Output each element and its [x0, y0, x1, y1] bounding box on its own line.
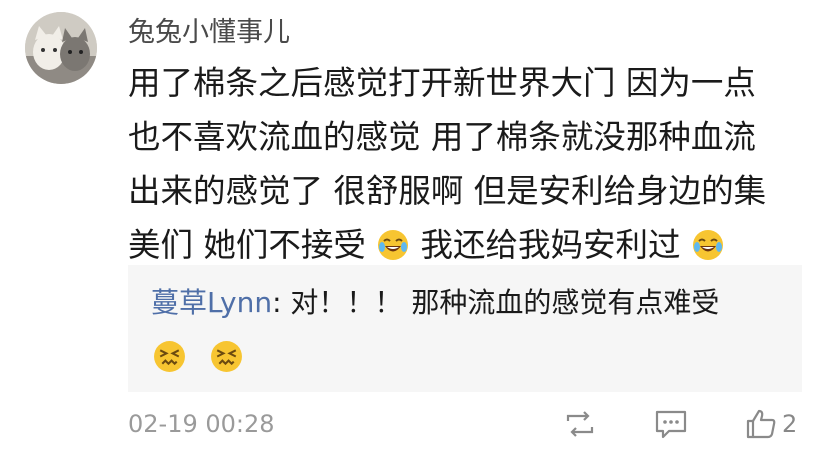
comment-text: 用了棉条之后感觉打开新世界大门 因为一点 也不喜欢流血的感觉 用了棉条就没那种血…	[128, 56, 808, 272]
reply-box[interactable]: 蔓草Lynn: 对！！！ 那种流血的感觉有点难受	[128, 265, 802, 392]
comment-line-part: 我还给我妈安利过	[420, 226, 681, 264]
username[interactable]: 兔兔小懂事儿	[128, 13, 290, 53]
timestamp: 02-19 00:28	[128, 410, 275, 438]
thumbs-up-icon	[746, 409, 776, 439]
comment-icon	[655, 410, 687, 439]
comment-line: 用了棉条之后感觉打开新世界大门 因为一点	[128, 64, 756, 102]
repost-icon	[566, 411, 594, 437]
avatar[interactable]	[25, 12, 97, 84]
comment-button[interactable]	[653, 404, 689, 444]
repost-button[interactable]	[563, 404, 597, 444]
reply-separator: :	[272, 286, 282, 319]
reply-line: 蔓草Lynn: 对！！！ 那种流血的感觉有点难受	[151, 283, 719, 323]
laughing-crying-emoji-icon	[692, 230, 723, 260]
comment-card: 兔兔小懂事儿 用了棉条之后感觉打开新世界大门 因为一点 也不喜欢流血的感觉 用了…	[0, 0, 828, 466]
reply-emojis	[152, 340, 261, 376]
persevering-face-emoji-icon	[211, 341, 243, 372]
reply-text: 对！！！ 那种流血的感觉有点难受	[281, 286, 720, 319]
comment-line: 出来的感觉了 很舒服啊 但是安利给身边的集	[128, 172, 767, 210]
reply-author[interactable]: 蔓草Lynn	[151, 286, 272, 319]
persevering-face-emoji-icon	[154, 341, 185, 372]
laughing-crying-emoji-icon	[378, 230, 409, 260]
avatar-image	[25, 12, 97, 84]
comment-line-part: 美们 她们不接受	[128, 226, 366, 264]
like-count: 2	[782, 410, 798, 438]
like-button[interactable]: 2	[744, 404, 797, 444]
comment-line-last: 美们 她们不接受 我还给我妈安利过	[128, 218, 808, 272]
comment-line: 也不喜欢流血的感觉 用了棉条就没那种血流	[128, 118, 756, 156]
